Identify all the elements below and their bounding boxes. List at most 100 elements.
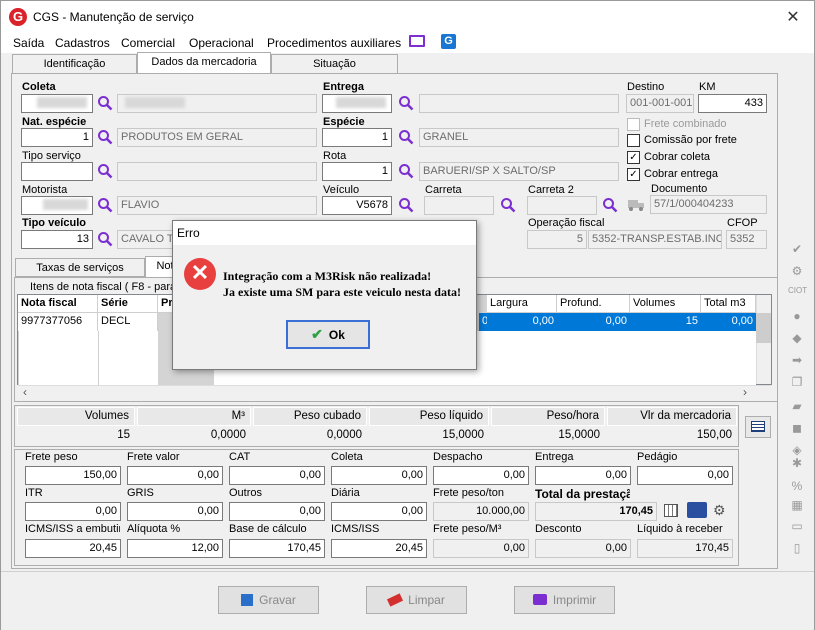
cell-volumes[interactable]: 15 — [630, 313, 701, 331]
vertical-scroll-thumb[interactable] — [756, 313, 771, 343]
cobrar-entrega-checkbox[interactable]: ✓ — [627, 168, 640, 181]
limpar-button[interactable]: Limpar — [366, 586, 467, 614]
nat-especie-code-input[interactable]: 1 — [21, 128, 93, 147]
imprimir-button[interactable]: Imprimir — [514, 586, 615, 614]
charge-label: Líquido à receber — [637, 523, 723, 535]
cfop-label: CFOP — [727, 217, 758, 229]
menu-cadastros[interactable]: Cadastros — [55, 36, 110, 50]
search-icon[interactable] — [97, 231, 113, 247]
clipboard-icon[interactable]: ▯ — [788, 541, 806, 555]
shape-icon[interactable]: ◼ — [788, 421, 806, 435]
search-icon[interactable] — [97, 163, 113, 179]
tipo-veiculo-code-input[interactable]: 13 — [21, 230, 93, 249]
search-icon[interactable] — [97, 197, 113, 213]
menu-comercial[interactable]: Comercial — [121, 36, 175, 50]
col-serie[interactable]: Série — [98, 295, 158, 313]
col-largura[interactable]: Largura — [487, 295, 557, 313]
charge-value-input[interactable]: 0,00 — [535, 466, 631, 485]
table-icon[interactable] — [664, 504, 678, 517]
search-icon[interactable] — [602, 197, 618, 213]
export-icon[interactable]: ➡ — [788, 353, 806, 367]
truck-side-icon[interactable]: ▰ — [788, 399, 806, 413]
search-icon[interactable] — [97, 95, 113, 111]
chat-icon[interactable]: ▭ — [788, 519, 806, 533]
menu-saida[interactable]: Saída — [13, 36, 44, 50]
motorista-code-input[interactable] — [21, 196, 93, 215]
copy-icon[interactable]: ❐ — [788, 375, 806, 389]
close-icon[interactable]: ✕ — [782, 7, 804, 27]
entrega-code-input[interactable] — [322, 94, 392, 113]
charge-value-input: 10.000,00 — [433, 502, 529, 521]
charge-value-input[interactable]: 20,45 — [25, 539, 121, 558]
book-icon[interactable] — [687, 502, 707, 518]
menu-operacional[interactable]: Operacional — [189, 36, 254, 50]
tipo-servico-code-input[interactable] — [21, 162, 93, 181]
search-icon[interactable] — [398, 163, 414, 179]
horizontal-scrollbar[interactable] — [18, 385, 771, 400]
search-icon[interactable] — [97, 129, 113, 145]
col-profund[interactable]: Profund. — [557, 295, 630, 313]
charge-value-input[interactable]: 150,00 — [25, 466, 121, 485]
charge-value-input[interactable]: 0,00 — [25, 502, 121, 521]
charge-value-input[interactable]: 0,00 — [433, 466, 529, 485]
comissao-frete-checkbox[interactable] — [627, 134, 640, 147]
cell-largura[interactable]: 0,00 — [487, 313, 557, 331]
especie-code-input[interactable]: 1 — [322, 128, 392, 147]
charge-value-input[interactable]: 0,00 — [127, 466, 223, 485]
gear-icon[interactable]: ⚙ — [788, 264, 806, 278]
km-input[interactable]: 433 — [698, 94, 767, 113]
charge-value-input[interactable]: 12,00 — [127, 539, 223, 558]
tab-identificacao[interactable]: Identificação — [12, 54, 137, 73]
tab-dados-mercadoria[interactable]: Dados da mercadoria — [137, 52, 271, 74]
col-volumes[interactable]: Volumes — [630, 295, 701, 313]
ok-button[interactable]: ✔ Ok — [286, 320, 370, 349]
cell-profund[interactable]: 0,00 — [557, 313, 630, 331]
charge-value-input[interactable]: 0,00 — [229, 502, 325, 521]
charge-label: ITR — [25, 487, 43, 499]
carreta-input — [424, 196, 494, 215]
monitor-icon[interactable] — [409, 35, 425, 47]
search-icon[interactable] — [398, 129, 414, 145]
charge-value-input[interactable]: 0,00 — [331, 466, 427, 485]
search-icon[interactable] — [398, 95, 414, 111]
ciot-icon[interactable]: CIOT — [788, 286, 807, 300]
scroll-right-icon[interactable]: › — [743, 385, 747, 399]
charge-value-input[interactable]: 0,00 — [127, 502, 223, 521]
calculator-table-icon[interactable] — [745, 416, 771, 438]
cobrar-coleta-checkbox[interactable]: ✓ — [627, 151, 640, 164]
charge-value-input[interactable]: 170,45 — [229, 539, 325, 558]
frete-combinado-label: Frete combinado — [644, 118, 727, 130]
coleta-code-input[interactable] — [21, 94, 93, 113]
g-app-icon[interactable]: G — [441, 34, 456, 49]
gravar-button[interactable]: Gravar — [218, 586, 319, 614]
veiculo-input[interactable]: V5678 — [322, 196, 392, 215]
col-total-m3[interactable]: Total m3 — [701, 295, 756, 313]
col-nota-fiscal[interactable]: Nota fiscal — [18, 295, 98, 313]
rota-code-input[interactable]: 1 — [322, 162, 392, 181]
check-icon[interactable]: ✔ — [788, 242, 806, 256]
scroll-left-icon[interactable]: ‹ — [23, 385, 27, 399]
settings-gear-icon[interactable]: ⚙ — [713, 502, 726, 519]
frete-combinado-checkbox[interactable] — [627, 118, 640, 131]
bug-icon[interactable]: ✱ — [788, 456, 806, 470]
charge-value-input[interactable]: 20,45 — [331, 539, 427, 558]
tab-taxas-servicos[interactable]: Taxas de serviços — [15, 258, 145, 277]
search-icon[interactable] — [398, 197, 414, 213]
tab-situacao[interactable]: Situação — [271, 54, 398, 73]
calculator-icon[interactable]: ▦ — [788, 498, 806, 512]
charge-label: Frete valor — [127, 451, 180, 463]
circle-icon[interactable]: ● — [788, 309, 806, 323]
map-icon[interactable]: ◈ — [788, 443, 806, 457]
cell-total-m3[interactable]: 0,00 — [701, 313, 756, 331]
charge-value-input[interactable]: 0,00 — [229, 466, 325, 485]
cell-nota-fiscal[interactable]: 9977377056 — [18, 313, 98, 331]
nat-especie-desc-input: PRODUTOS EM GERAL — [117, 128, 317, 147]
charge-value-input[interactable]: 0,00 — [331, 502, 427, 521]
tag-icon[interactable]: ◆ — [788, 331, 806, 345]
search-icon[interactable] — [500, 197, 516, 213]
charge-label: ICMS/ISS — [331, 523, 380, 535]
cell-serie[interactable]: DECL — [98, 313, 158, 331]
menu-procedimentos-auxiliares[interactable]: Procedimentos auxiliares — [267, 36, 401, 50]
charge-value-input[interactable]: 0,00 — [637, 466, 733, 485]
percent-icon[interactable]: % — [788, 479, 806, 493]
